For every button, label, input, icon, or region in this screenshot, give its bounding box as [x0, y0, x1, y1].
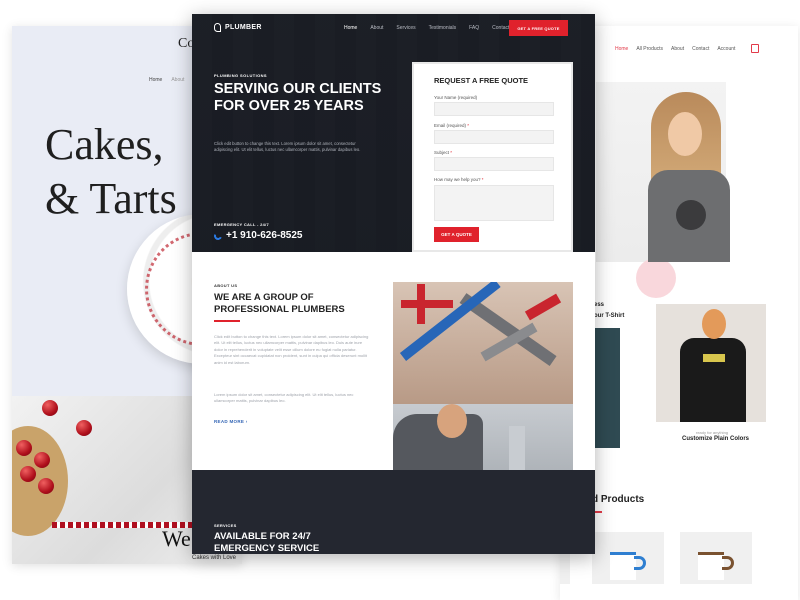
- form-title: REQUEST A FREE QUOTE: [434, 76, 529, 85]
- product-image[interactable]: [592, 328, 620, 448]
- nav-home[interactable]: Home: [344, 25, 357, 31]
- cakes-nav-about[interactable]: About: [171, 77, 184, 83]
- shop-nav-account[interactable]: Account: [717, 46, 735, 52]
- services-eyebrow: SERVICES: [214, 523, 237, 528]
- quote-request-form: REQUEST A FREE QUOTE Your Name (required…: [412, 62, 573, 252]
- heading-underline: [594, 511, 602, 513]
- phone-number: +1 910-626-8525: [226, 230, 303, 241]
- shop-nav: Home All Products About Contact Account: [615, 44, 760, 53]
- nav-services[interactable]: Services: [396, 25, 415, 31]
- cakes-section-heading: We: [162, 526, 191, 551]
- hero-description: Click edit button to change this text. L…: [214, 141, 361, 153]
- mug-product-image[interactable]: [680, 532, 752, 584]
- cherry-image: [34, 452, 50, 468]
- message-field[interactable]: [434, 185, 554, 221]
- shop-nav-all-products[interactable]: All Products: [636, 46, 663, 52]
- about-eyebrow: ABOUT US: [214, 283, 238, 288]
- cart-icon[interactable]: [751, 44, 760, 53]
- plumber-header: PLUMBER Home About Services Testimonials…: [192, 14, 595, 44]
- logo-icon: [214, 23, 221, 32]
- name-field[interactable]: [434, 102, 554, 116]
- about-section: ABOUT US WE ARE A GROUP OF PROFESSIONAL …: [192, 252, 595, 526]
- shop-section-label: ess: [594, 302, 605, 308]
- cakes-nav: Home About: [149, 77, 184, 83]
- shop-section-sublabel: our T-Shirt: [594, 313, 625, 319]
- subject-field[interactable]: [434, 157, 554, 171]
- shirt-print-image: [703, 354, 725, 362]
- phone-link[interactable]: +1 910-626-8525: [212, 230, 303, 241]
- featured-products-heading: d Products: [592, 494, 645, 505]
- cherry-image: [16, 440, 32, 456]
- plumber-hero-section: PLUMBER Home About Services Testimonials…: [192, 14, 595, 252]
- model-shirt-image: [680, 338, 746, 422]
- get-quote-button[interactable]: GET A QUOTE: [434, 227, 479, 242]
- plumber-nav: Home About Services Testimonials FAQ Con…: [344, 25, 509, 31]
- about-title: WE ARE A GROUP OF PROFESSIONAL PLUMBERS: [214, 292, 345, 315]
- phone-icon: [212, 230, 224, 241]
- about-paragraph: Click edit button to change this text. L…: [214, 334, 369, 365]
- cherry-image: [20, 466, 36, 482]
- subject-label: Subject *: [434, 150, 453, 155]
- hero-eyebrow: PLUMBING SOLUTIONS: [214, 73, 267, 78]
- logo-text: PLUMBER: [225, 24, 262, 31]
- wrenches-image: [393, 282, 573, 404]
- cherry-image: [42, 400, 58, 416]
- mug-product-image[interactable]: [592, 532, 664, 584]
- cakes-nav-home[interactable]: Home: [149, 77, 162, 83]
- cherry-image: [76, 420, 92, 436]
- message-label: How may we help you? *: [434, 177, 484, 182]
- nav-contact[interactable]: Contact: [492, 25, 509, 31]
- email-field[interactable]: [434, 130, 554, 144]
- hero-model-image: [596, 82, 730, 298]
- shop-nav-home[interactable]: Home: [615, 46, 628, 52]
- read-more-link[interactable]: READ MORE ›: [214, 419, 248, 424]
- model-head-image: [702, 309, 726, 339]
- plumber-website-preview[interactable]: PLUMBER Home About Services Testimonials…: [192, 14, 595, 554]
- emergency-call-label: EMERGENCY CALL - 24/7: [214, 222, 270, 227]
- nav-faq[interactable]: FAQ: [469, 25, 479, 31]
- product-name[interactable]: Customize Plain Colors: [682, 436, 749, 442]
- get-free-quote-button[interactable]: GET A FREE QUOTE: [509, 20, 568, 36]
- plumber-logo[interactable]: PLUMBER: [214, 23, 262, 32]
- product-category: ready for anything: [696, 430, 729, 435]
- about-paragraph: Lorem ipsum dolor sit amet, consectetur …: [214, 392, 354, 404]
- showcase-stage: Co Home About Cakes, & Tarts We Cakes wi…: [0, 0, 800, 600]
- hero-title: SERVING OUR CLIENTS FOR OVER 25 YEARS: [214, 81, 382, 114]
- services-title: AVAILABLE FOR 24/7 EMERGENCY SERVICE: [214, 531, 320, 554]
- shop-nav-contact[interactable]: Contact: [692, 46, 709, 52]
- services-section: SERVICES AVAILABLE FOR 24/7 EMERGENCY SE…: [192, 470, 595, 554]
- nav-about[interactable]: About: [370, 25, 383, 31]
- cherry-image: [38, 478, 54, 494]
- email-label: Email (required) *: [434, 123, 470, 128]
- shop-nav-about[interactable]: About: [671, 46, 684, 52]
- arrow-right-icon: ›: [245, 419, 248, 424]
- cakes-caption: Cakes with Love: [192, 555, 237, 561]
- cakes-hero-title: Cakes, & Tarts: [45, 120, 177, 223]
- shop-website-preview[interactable]: Home All Products About Contact Account …: [560, 26, 798, 600]
- about-title-underline: [214, 320, 240, 322]
- name-label: Your Name (required): [434, 95, 478, 100]
- nav-testimonials[interactable]: Testimonials: [429, 25, 457, 31]
